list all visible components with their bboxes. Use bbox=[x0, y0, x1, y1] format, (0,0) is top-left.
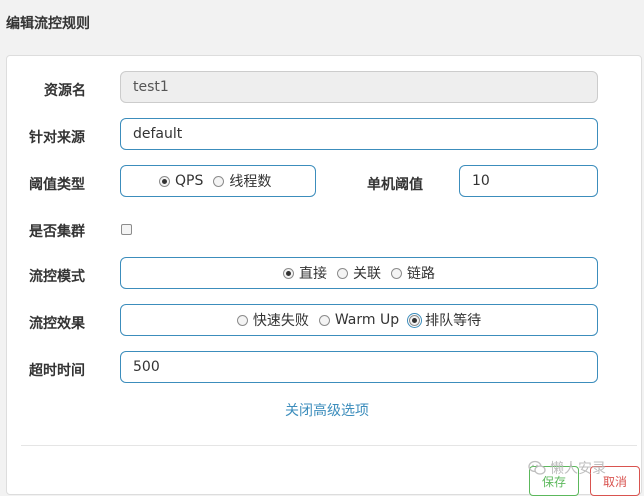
option-label: 直接 bbox=[299, 266, 327, 282]
flow-mode-related[interactable]: 关联 bbox=[337, 263, 381, 283]
radio-icon[interactable] bbox=[391, 267, 402, 279]
flow-mode-direct[interactable]: 直接 bbox=[283, 263, 327, 283]
radio-checked-icon[interactable] bbox=[283, 267, 294, 279]
advanced-options-toggle[interactable]: 关闭高级选项 bbox=[285, 400, 369, 420]
resource-field: test1 bbox=[120, 71, 598, 103]
option-label: 线程数 bbox=[229, 174, 272, 190]
radio-icon[interactable] bbox=[213, 175, 225, 187]
flow-effect-group: 快速失败 Warm Up 排队等待 bbox=[120, 304, 598, 336]
flow-effect-warm-up[interactable]: Warm Up bbox=[318, 312, 400, 328]
option-label: QPS bbox=[175, 173, 204, 189]
form-panel: 资源名 test1 针对来源 default 阈值类型 QPS 线程数 单机阈值… bbox=[6, 55, 642, 496]
radio-checked-icon[interactable] bbox=[159, 175, 170, 187]
timeout-label: 超时时间 bbox=[29, 363, 85, 379]
single-threshold-input[interactable]: 10 bbox=[459, 165, 598, 197]
radio-checked-icon[interactable] bbox=[407, 312, 423, 328]
flow-mode-label: 流控模式 bbox=[29, 269, 85, 285]
option-label: 链路 bbox=[407, 266, 435, 282]
origin-label: 针对来源 bbox=[29, 130, 85, 146]
option-label: 快速失败 bbox=[252, 313, 309, 329]
wechat-icon bbox=[528, 460, 546, 475]
radio-icon[interactable] bbox=[318, 314, 330, 326]
dialog-title: 编辑流控规则 bbox=[6, 16, 90, 32]
single-threshold-label: 单机阈值 bbox=[367, 177, 423, 193]
flow-effect-fail-fast[interactable]: 快速失败 bbox=[236, 310, 309, 330]
footer-divider bbox=[21, 445, 637, 446]
option-label: Warm Up bbox=[334, 312, 400, 328]
cluster-checkbox[interactable] bbox=[121, 224, 132, 235]
threshold-type-qps[interactable]: QPS bbox=[159, 173, 203, 189]
option-label: 排队等待 bbox=[425, 313, 482, 329]
flow-mode-chain[interactable]: 链路 bbox=[391, 263, 435, 283]
flow-effect-queue[interactable]: 排队等待 bbox=[407, 310, 482, 330]
radio-icon[interactable] bbox=[236, 314, 248, 326]
option-label: 关联 bbox=[353, 266, 381, 282]
origin-input[interactable]: default bbox=[120, 118, 598, 150]
resource-label: 资源名 bbox=[44, 83, 86, 99]
threshold-type-group: QPS 线程数 bbox=[120, 165, 316, 197]
flow-mode-group: 直接 关联 链路 bbox=[120, 257, 598, 289]
timeout-input[interactable]: 500 bbox=[120, 351, 598, 383]
watermark-text: 懒人安录 bbox=[550, 461, 606, 477]
flow-effect-label: 流控效果 bbox=[29, 316, 85, 332]
watermark: 懒人安录 bbox=[528, 458, 606, 478]
threshold-type-label: 阈值类型 bbox=[29, 177, 85, 193]
threshold-type-threads[interactable]: 线程数 bbox=[213, 171, 271, 191]
cluster-label: 是否集群 bbox=[29, 224, 85, 240]
radio-icon[interactable] bbox=[337, 267, 348, 279]
dialog-header: 编辑流控规则 bbox=[0, 0, 644, 50]
